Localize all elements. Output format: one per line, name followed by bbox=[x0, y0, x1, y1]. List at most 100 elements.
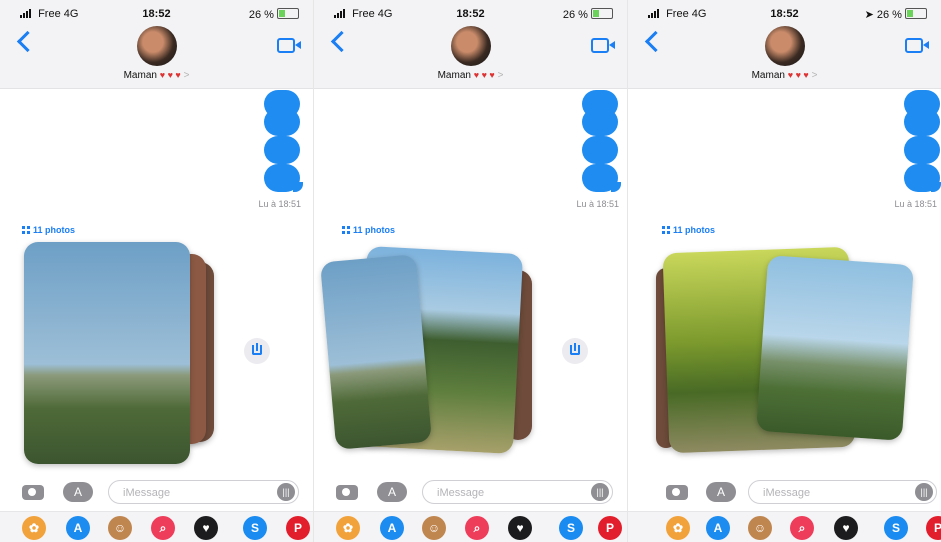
heart-icons: ♥ ♥ ♥ bbox=[787, 70, 809, 80]
chevron-right-icon: > bbox=[497, 70, 504, 81]
battery-indicator: 26 % bbox=[249, 8, 299, 21]
message-bubble[interactable] bbox=[904, 108, 940, 136]
app-drawer: ✿ A ☺ ⌕ ♥ S P bbox=[628, 511, 941, 542]
search-images-app-icon[interactable]: ⌕ bbox=[465, 516, 489, 540]
conversation-header: Free 4G 18:52 26 % Maman ♥ ♥ ♥ > bbox=[0, 0, 313, 89]
app-drawer: ✿ A ☺ ⌕ ♥ S P bbox=[314, 511, 627, 542]
camera-icon[interactable] bbox=[666, 485, 688, 500]
bubble-tail bbox=[611, 182, 621, 192]
battery-percent: 26 % bbox=[562, 9, 588, 21]
grid-icon bbox=[662, 226, 670, 234]
shazam-app-icon[interactable]: S bbox=[559, 516, 583, 540]
message-composer: A ||| bbox=[0, 477, 313, 509]
audio-waveform-icon[interactable]: ||| bbox=[915, 483, 933, 501]
grid-icon bbox=[22, 226, 30, 234]
message-composer: A ||| bbox=[628, 477, 941, 509]
chevron-left-icon[interactable] bbox=[644, 30, 667, 53]
bubble-tail bbox=[293, 182, 303, 192]
message-bubble[interactable] bbox=[264, 108, 300, 136]
messages-screen-3: Free 4G 18:52 ➤ 26 % Maman ♥ ♥ ♥ > Lu à … bbox=[628, 0, 941, 542]
chevron-right-icon: > bbox=[183, 70, 190, 81]
avatar[interactable] bbox=[764, 26, 805, 66]
message-input-field[interactable]: ||| bbox=[108, 480, 299, 504]
shazam-app-icon[interactable]: S bbox=[243, 516, 267, 540]
message-bubble[interactable] bbox=[582, 108, 618, 136]
photo-thumbnail[interactable] bbox=[24, 242, 190, 464]
photo-thumbnail[interactable] bbox=[756, 255, 914, 441]
read-receipt: Lu à 18:51 bbox=[258, 199, 301, 209]
contact-name[interactable]: Maman ♥ ♥ ♥ > bbox=[314, 70, 627, 81]
message-input[interactable] bbox=[435, 484, 559, 502]
status-bar: Free 4G 18:52 26 % bbox=[314, 8, 627, 22]
contact-name[interactable]: Maman ♥ ♥ ♥ > bbox=[628, 70, 941, 81]
photo-count: 11 photos bbox=[353, 225, 396, 235]
message-input-field[interactable]: ||| bbox=[748, 480, 937, 504]
digital-touch-app-icon[interactable]: ♥ bbox=[508, 516, 532, 540]
photos-app-icon[interactable]: ✿ bbox=[666, 516, 690, 540]
photo-stack-label[interactable]: 11 photos bbox=[342, 225, 395, 235]
app-store-icon[interactable]: A bbox=[706, 482, 736, 502]
contact-name[interactable]: Maman ♥ ♥ ♥ > bbox=[0, 70, 313, 81]
video-camera-icon[interactable] bbox=[277, 38, 301, 53]
battery-percent: 26 % bbox=[248, 9, 274, 21]
photo-thumbnail[interactable] bbox=[319, 254, 433, 450]
search-images-app-icon[interactable]: ⌕ bbox=[790, 516, 814, 540]
contact-name-label: Maman bbox=[751, 70, 785, 81]
app-drawer: ✿ A ☺ ⌕ ♥ S P bbox=[0, 511, 313, 542]
conversation-header: Free 4G 18:52 ➤ 26 % Maman ♥ ♥ ♥ > bbox=[628, 0, 941, 89]
app-store-app-icon[interactable]: A bbox=[66, 516, 90, 540]
download-icon[interactable] bbox=[562, 338, 588, 364]
pinterest-app-icon[interactable]: P bbox=[926, 516, 941, 540]
camera-icon[interactable] bbox=[336, 485, 358, 500]
message-bubble[interactable] bbox=[582, 136, 618, 164]
battery-icon bbox=[591, 8, 613, 19]
photos-app-icon[interactable]: ✿ bbox=[336, 516, 360, 540]
message-bubble[interactable] bbox=[904, 136, 940, 164]
message-input-field[interactable]: ||| bbox=[422, 480, 613, 504]
app-store-app-icon[interactable]: A bbox=[380, 516, 404, 540]
message-input[interactable] bbox=[121, 484, 245, 502]
app-store-icon[interactable]: A bbox=[377, 482, 407, 502]
status-bar: Free 4G 18:52 ➤ 26 % bbox=[628, 8, 941, 22]
message-composer: A ||| bbox=[314, 477, 627, 509]
chevron-left-icon[interactable] bbox=[16, 30, 39, 53]
audio-waveform-icon[interactable]: ||| bbox=[591, 483, 609, 501]
app-store-app-icon[interactable]: A bbox=[706, 516, 730, 540]
video-camera-icon[interactable] bbox=[905, 38, 929, 53]
download-icon[interactable] bbox=[244, 338, 270, 364]
heart-icons: ♥ ♥ ♥ bbox=[159, 70, 181, 80]
memoji-app-icon[interactable]: ☺ bbox=[748, 516, 772, 540]
app-store-icon[interactable]: A bbox=[63, 482, 93, 502]
chevron-right-icon: > bbox=[811, 70, 818, 81]
memoji-app-icon[interactable]: ☺ bbox=[422, 516, 446, 540]
camera-icon[interactable] bbox=[22, 485, 44, 500]
digital-touch-app-icon[interactable]: ♥ bbox=[194, 516, 218, 540]
battery-indicator: ➤ 26 % bbox=[865, 8, 927, 21]
photo-count: 11 photos bbox=[673, 225, 716, 235]
shazam-app-icon[interactable]: S bbox=[884, 516, 908, 540]
pinterest-app-icon[interactable]: P bbox=[286, 516, 310, 540]
avatar[interactable] bbox=[450, 26, 491, 66]
pinterest-app-icon[interactable]: P bbox=[598, 516, 622, 540]
memoji-app-icon[interactable]: ☺ bbox=[108, 516, 132, 540]
contact-name-label: Maman bbox=[123, 70, 157, 81]
avatar[interactable] bbox=[136, 26, 177, 66]
search-images-app-icon[interactable]: ⌕ bbox=[151, 516, 175, 540]
battery-icon bbox=[277, 8, 299, 19]
heart-icons: ♥ ♥ ♥ bbox=[473, 70, 495, 80]
digital-touch-app-icon[interactable]: ♥ bbox=[834, 516, 858, 540]
status-bar: Free 4G 18:52 26 % bbox=[0, 8, 313, 22]
photos-app-icon[interactable]: ✿ bbox=[22, 516, 46, 540]
audio-waveform-icon[interactable]: ||| bbox=[277, 483, 295, 501]
bubble-tail bbox=[931, 182, 941, 192]
read-receipt: Lu à 18:51 bbox=[894, 199, 937, 209]
message-input[interactable] bbox=[761, 484, 885, 502]
message-bubble[interactable] bbox=[264, 136, 300, 164]
chevron-left-icon[interactable] bbox=[330, 30, 353, 53]
photo-stack-label[interactable]: 11 photos bbox=[662, 225, 715, 235]
photo-stack-label[interactable]: 11 photos bbox=[22, 225, 75, 235]
read-receipt: Lu à 18:51 bbox=[576, 199, 619, 209]
battery-icon bbox=[905, 8, 927, 19]
video-camera-icon[interactable] bbox=[591, 38, 615, 53]
messages-screen-2: Free 4G 18:52 26 % Maman ♥ ♥ ♥ > Lu à 18… bbox=[314, 0, 627, 542]
